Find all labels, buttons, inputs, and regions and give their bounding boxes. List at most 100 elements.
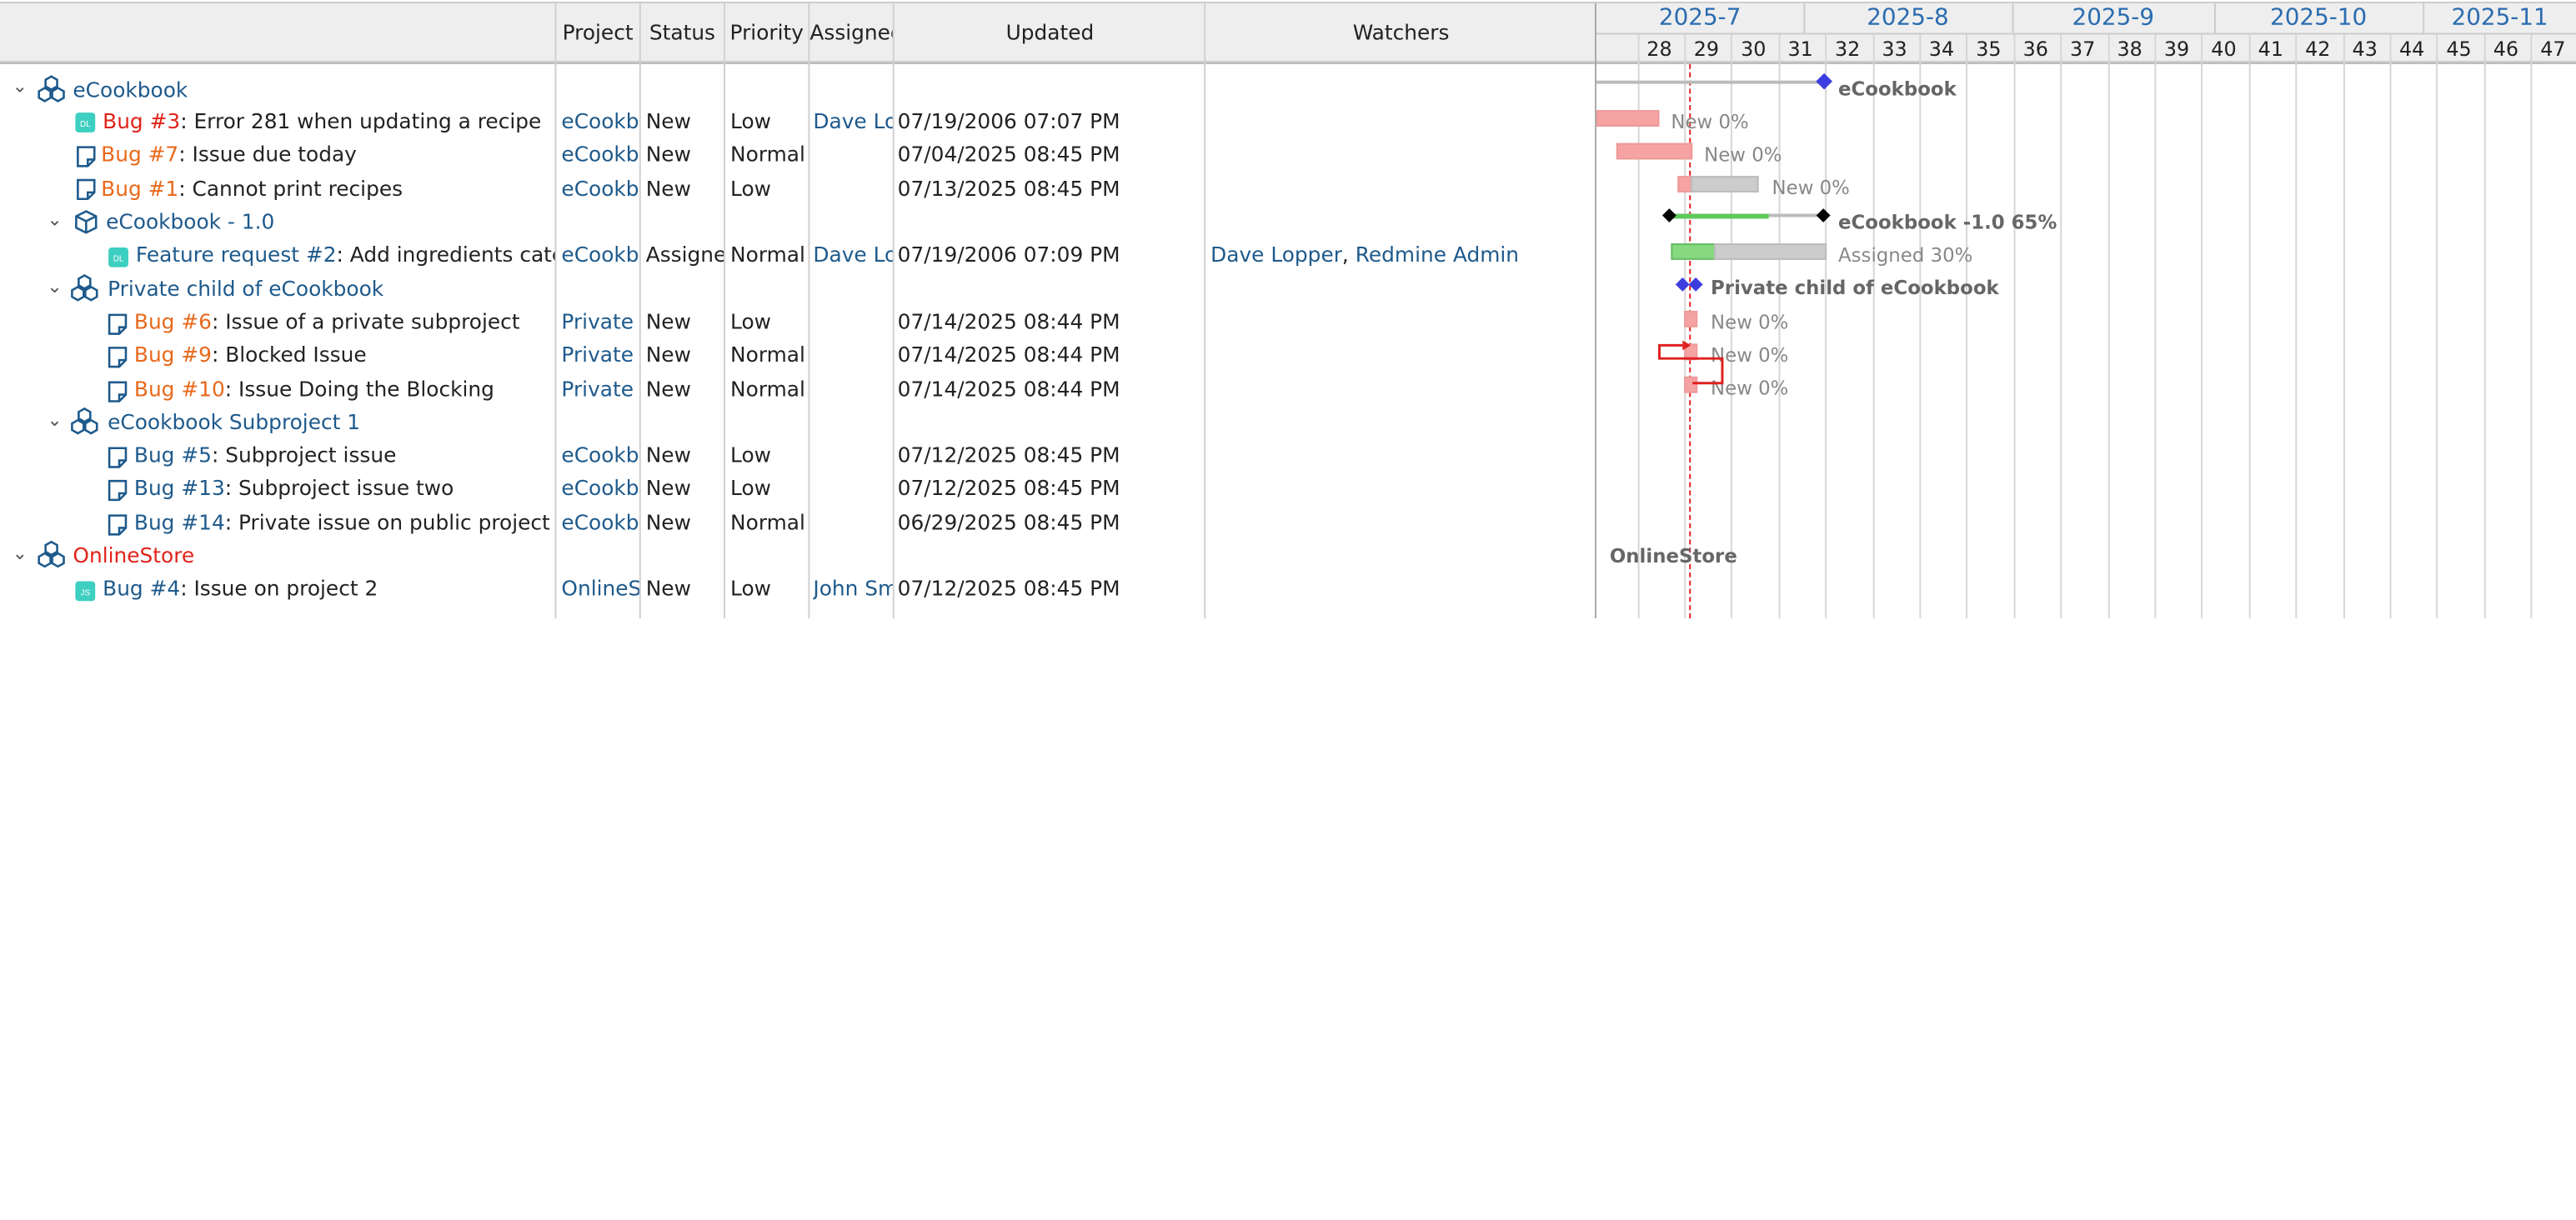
svg-text:DL: DL: [113, 255, 124, 264]
issue-subject[interactable]: Bug #10: Issue Doing the Blocking: [134, 373, 494, 406]
collapse-chevron-icon[interactable]: ⌄: [45, 409, 65, 431]
day-label: 42: [2305, 38, 2331, 62]
column-watchers[interactable]: Watchers: [1205, 3, 1596, 62]
assignee-cell[interactable]: Dave Lopper: [813, 105, 892, 138]
issue-subject[interactable]: Bug #3: Error 281 when updating a recipe: [103, 105, 541, 138]
issue-icon: [108, 447, 128, 468]
issue-link[interactable]: Bug #7: [101, 142, 178, 167]
issue-link[interactable]: Bug #3: [103, 108, 180, 133]
day-label: 35: [1976, 38, 2002, 62]
issue-link[interactable]: Bug #10: [134, 377, 225, 402]
column-priority[interactable]: Priority: [725, 3, 808, 62]
issue-icon: [108, 313, 128, 335]
issue-subject-text: : Private issue on public project: [224, 509, 550, 535]
day-gridline: [1825, 34, 1827, 618]
status-cell: New: [645, 342, 691, 368]
updated-cell: 07/19/2006 07:09 PM: [897, 242, 1120, 267]
column-divider: [1204, 2, 1206, 618]
version-bar-label: eCookbook -1.0 65%: [1838, 210, 2057, 234]
issue-subject[interactable]: Bug #5: Subproject issue: [134, 439, 396, 472]
issue-subject[interactable]: Bug #13: Subproject issue two: [134, 472, 454, 504]
updated-cell: 07/13/2025 08:45 PM: [897, 176, 1120, 201]
project-cell[interactable]: Private child of eCookbook: [561, 373, 639, 406]
day-label: 32: [1834, 38, 1861, 62]
issue-bar-label: New 0%: [1671, 110, 1749, 133]
priority-cell: Normal: [730, 242, 805, 267]
issue-link[interactable]: Bug #9: [134, 342, 212, 367]
issue-bar-done[interactable]: [1671, 243, 1718, 260]
project-span-line: [1596, 80, 1826, 84]
collapse-chevron-icon[interactable]: ⌄: [10, 542, 30, 564]
day-gridline: [2154, 34, 2157, 618]
collapse-chevron-icon[interactable]: ⌄: [10, 76, 30, 98]
watcher-link[interactable]: Dave Lopper: [1210, 242, 1342, 267]
subproject-name[interactable]: Private child of eCookbook: [108, 273, 383, 306]
project-cell[interactable]: eCookbook Subproject 1: [561, 439, 639, 472]
day-gridline: [2342, 34, 2344, 618]
day-label: 45: [2446, 38, 2472, 62]
project-cell[interactable]: OnlineStore: [561, 572, 639, 605]
issue-link[interactable]: Bug #5: [134, 442, 212, 468]
issue-link[interactable]: Bug #13: [134, 475, 225, 500]
issue-link[interactable]: Bug #6: [134, 309, 212, 334]
watcher-separator: ,: [1341, 242, 1356, 267]
project-cell[interactable]: eCookbook: [561, 138, 639, 171]
issue-bar-late[interactable]: [1596, 110, 1660, 127]
month-label: 2025-9: [2072, 4, 2155, 32]
status-cell: New: [645, 376, 691, 402]
project-bar-label: eCookbook: [1838, 77, 1957, 101]
project-start-marker-icon: [1675, 278, 1690, 292]
version-name[interactable]: eCookbook - 1.0: [106, 206, 274, 238]
project-bar-label: Private child of eCookbook: [1711, 276, 1999, 300]
issue-subject[interactable]: Bug #9: Blocked Issue: [134, 338, 367, 371]
issue-subject[interactable]: Bug #14: Private issue on public project: [134, 507, 550, 539]
month-label: 2025-7: [1658, 4, 1742, 32]
issue-bar-todo[interactable]: [1691, 176, 1759, 192]
issue-subject-text: : Issue Doing the Blocking: [224, 376, 494, 402]
project-cell[interactable]: eCookbook: [561, 172, 639, 205]
day-gridline: [2107, 34, 2109, 618]
assignee-cell[interactable]: John Smith: [813, 572, 892, 605]
column-divider[interactable]: [554, 2, 557, 618]
issue-bar-late[interactable]: [1684, 310, 1698, 328]
collapse-chevron-icon[interactable]: ⌄: [45, 277, 65, 298]
project-cell[interactable]: Private child of eCookbook: [561, 338, 639, 371]
issue-subject[interactable]: Feature request #2: Add ingredients cate…: [136, 238, 555, 271]
issue-subject[interactable]: Bug #1: Cannot print recipes: [101, 172, 403, 205]
version-package-icon: [75, 210, 98, 234]
column-updated[interactable]: Updated: [895, 3, 1205, 62]
collapse-chevron-icon[interactable]: ⌄: [45, 209, 65, 231]
issue-bar-todo[interactable]: [1714, 243, 1827, 260]
project-name[interactable]: eCookbook: [73, 74, 188, 107]
priority-cell: Low: [730, 575, 771, 601]
issue-subject[interactable]: Bug #7: Issue due today: [101, 138, 357, 171]
project-icon: [38, 540, 65, 568]
issue-icon: [77, 178, 96, 201]
issue-link[interactable]: Bug #1: [101, 176, 178, 201]
column-status[interactable]: Status: [641, 3, 724, 62]
subproject-name[interactable]: eCookbook Subproject 1: [108, 406, 360, 438]
project-cell[interactable]: Private child of eCookbook: [561, 306, 639, 338]
issue-link[interactable]: Bug #14: [134, 510, 225, 535]
column-assignee[interactable]: Assignee: [809, 3, 892, 62]
project-cell[interactable]: eCookbook Subproject 1: [561, 507, 639, 539]
version-start-marker-icon: [1661, 208, 1676, 222]
column-project[interactable]: Project: [556, 3, 639, 62]
assignee-cell[interactable]: Dave Lopper: [813, 238, 892, 271]
issue-link[interactable]: Bug #4: [103, 576, 180, 601]
project-name[interactable]: OnlineStore: [73, 539, 194, 572]
project-cell[interactable]: eCookbook: [561, 238, 639, 271]
issue-link[interactable]: Feature request #2: [136, 242, 337, 267]
column-divider: [1594, 2, 1596, 618]
bug-tracker-icon: DL: [75, 112, 96, 132]
priority-cell: Normal: [730, 376, 805, 402]
project-cell[interactable]: eCookbook: [561, 105, 639, 138]
project-icon: [71, 407, 98, 435]
watcher-link[interactable]: Redmine Admin: [1356, 242, 1519, 267]
issue-subject[interactable]: Bug #6: Issue of a private subproject: [134, 306, 520, 338]
issue-subject[interactable]: Bug #4: Issue on project 2: [103, 572, 378, 605]
issue-bar-late[interactable]: [1616, 142, 1693, 160]
subject-header-bg: [0, 2, 557, 62]
issue-bar-label: New 0%: [1704, 142, 1782, 167]
project-cell[interactable]: eCookbook Subproject 1: [561, 472, 639, 504]
